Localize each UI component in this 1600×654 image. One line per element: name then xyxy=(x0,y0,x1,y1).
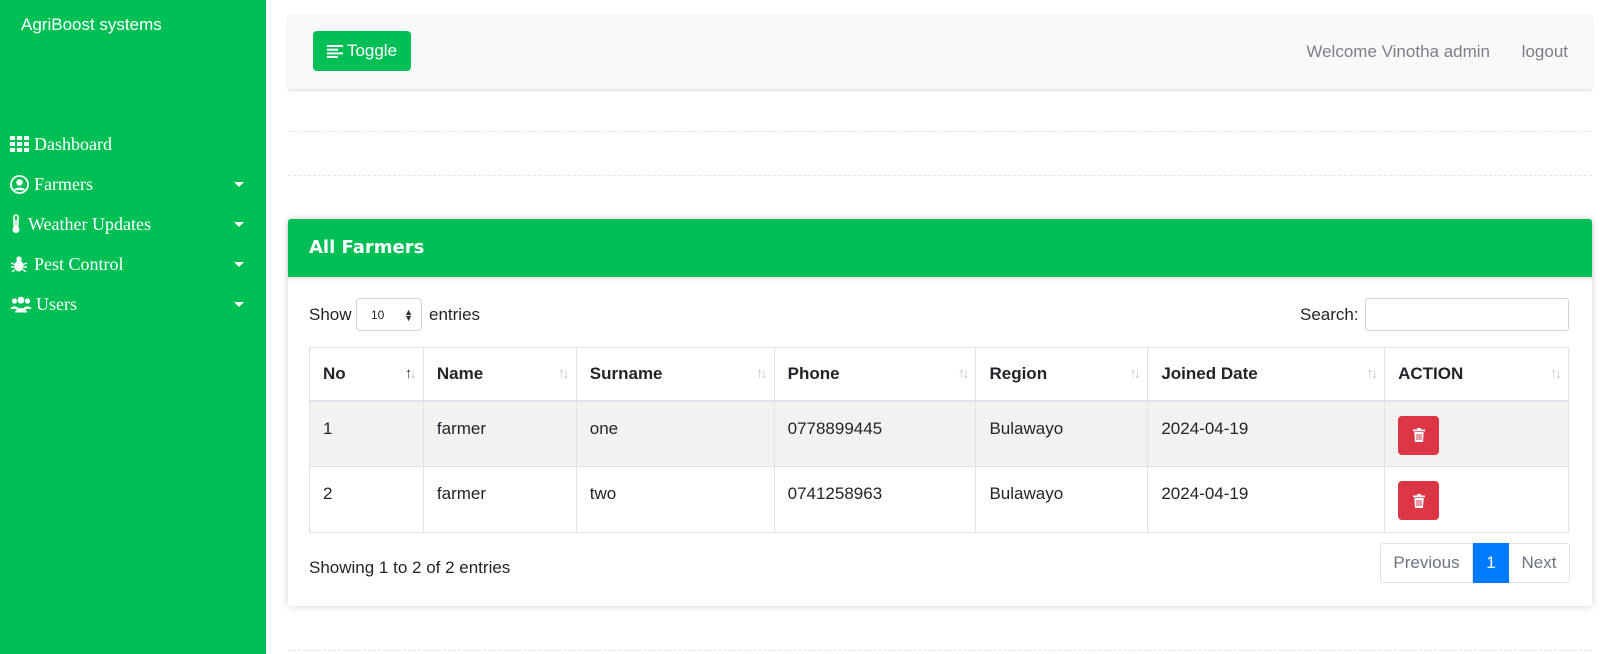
column-label: Name xyxy=(436,363,484,383)
bug-icon xyxy=(10,254,32,274)
thermometer-icon xyxy=(10,214,26,234)
divider xyxy=(288,175,1592,176)
cell-phone: 0741258963 xyxy=(773,466,977,533)
sidebar-item-label: Weather Updates xyxy=(28,213,151,234)
table-header-row: No ↑↓ Name ↑↓ Surname ↑↓ Phone ↑↓ Region ↑↓ J… xyxy=(309,347,1569,402)
sort-icon: ↑↓ xyxy=(755,365,768,382)
sidebar-item-label: Users xyxy=(36,293,77,314)
chevron-down-icon xyxy=(234,302,244,307)
pagination-page-1[interactable]: 1 xyxy=(1473,543,1509,583)
sidebar-item-label: Farmers xyxy=(34,173,93,194)
divider xyxy=(288,650,1592,651)
table-row: 1 farmer one 0778899445 Bulawayo 2024-04… xyxy=(309,400,1569,467)
farmers-table: No ↑↓ Name ↑↓ Surname ↑↓ Phone ↑↓ Region ↑↓ J… xyxy=(309,347,1569,533)
cell-region: Bulawayo xyxy=(975,466,1149,533)
farmers-card: All Farmers Show 10 ▲ ▼ entries Search: N… xyxy=(288,219,1592,606)
column-header-action[interactable]: ACTION ↑↓ xyxy=(1384,347,1569,402)
logout-link[interactable]: logout xyxy=(1522,42,1568,62)
chevron-down-icon xyxy=(234,182,244,187)
column-header-surname[interactable]: Surname ↑↓ xyxy=(575,347,775,402)
sort-icon: ↑↓ xyxy=(1366,365,1378,382)
welcome-text: Welcome Vinotha admin xyxy=(1306,42,1490,61)
sidebar-item-pest-control[interactable]: Pest Control xyxy=(0,244,266,284)
delete-button[interactable] xyxy=(1398,481,1440,520)
cell-name: farmer xyxy=(422,466,577,533)
sort-updown-icon: ▲ ▼ xyxy=(404,307,413,323)
delete-button[interactable] xyxy=(1398,415,1440,455)
sort-icon: ↑↓ xyxy=(557,365,570,382)
column-label: Region xyxy=(989,363,1048,383)
brand-title: AgriBoost systems xyxy=(21,15,162,34)
sort-asc-icon: ↑↓ xyxy=(404,365,417,382)
column-header-name[interactable]: Name ↑↓ xyxy=(422,347,577,402)
main-content: Toggle Welcome Vinotha admin logout All … xyxy=(266,0,1600,654)
sidebar-item-users[interactable]: Users xyxy=(0,284,266,324)
chevron-down-icon xyxy=(234,222,244,227)
cell-surname: one xyxy=(575,400,775,467)
grid-icon xyxy=(10,134,32,154)
card-header: All Farmers xyxy=(288,219,1592,277)
length-show-label: Show xyxy=(309,305,352,324)
column-label: Phone xyxy=(787,363,840,383)
sidebar-nav: Dashboard Farmers Weather Updates Pest C… xyxy=(0,124,266,324)
sidebar-item-label: Pest Control xyxy=(34,253,124,274)
column-header-phone[interactable]: Phone ↑↓ xyxy=(773,347,977,402)
column-header-region[interactable]: Region ↑↓ xyxy=(975,347,1149,402)
user-circle-icon xyxy=(10,174,32,194)
pagination-previous[interactable]: Previous xyxy=(1380,543,1473,583)
column-header-joined-date[interactable]: Joined Date ↑↓ xyxy=(1147,347,1386,402)
cell-joined-date: 2024-04-19 xyxy=(1147,400,1386,467)
table-info: Showing 1 to 2 of 2 entries xyxy=(309,558,511,577)
cell-name: farmer xyxy=(422,400,577,467)
cell-region: Bulawayo xyxy=(975,400,1149,467)
users-icon xyxy=(10,294,34,314)
trash-icon xyxy=(1412,493,1425,508)
pagination-next[interactable]: Next xyxy=(1509,543,1570,583)
chevron-down-icon xyxy=(234,262,244,267)
toggle-sidebar-button[interactable]: Toggle xyxy=(313,31,411,71)
cell-phone: 0778899445 xyxy=(773,400,977,467)
sort-icon: ↑↓ xyxy=(1550,365,1562,382)
column-label: ACTION xyxy=(1398,363,1464,383)
cell-action xyxy=(1384,466,1569,533)
pagination: Previous 1 Next xyxy=(1380,543,1570,583)
column-label: Joined Date xyxy=(1161,363,1258,383)
sidebar-item-farmers[interactable]: Farmers xyxy=(0,164,266,204)
trash-icon xyxy=(1412,428,1425,442)
column-label: Surname xyxy=(589,363,663,383)
entries-per-page-select[interactable]: 10 ▲ ▼ xyxy=(356,298,422,331)
sort-icon: ↑↓ xyxy=(957,365,969,382)
align-left-icon xyxy=(326,44,343,58)
entries-select-value: 10 xyxy=(371,307,385,322)
search-input[interactable] xyxy=(1365,298,1569,331)
length-entries-label: entries xyxy=(429,305,481,324)
divider xyxy=(288,131,1592,132)
cell-action xyxy=(1384,400,1569,467)
sidebar-item-dashboard[interactable]: Dashboard xyxy=(0,124,266,164)
column-label: No xyxy=(323,363,346,383)
card-title: All Farmers xyxy=(309,237,425,258)
search-label: Search: xyxy=(1300,305,1359,324)
toggle-label: Toggle xyxy=(346,41,398,60)
sort-icon: ↑↓ xyxy=(1129,365,1141,382)
sidebar-item-weather-updates[interactable]: Weather Updates xyxy=(0,204,266,244)
cell-surname: two xyxy=(575,466,775,533)
table-row: 2 farmer two 0741258963 Bulawayo 2024-04… xyxy=(309,466,1569,533)
sidebar-item-label: Dashboard xyxy=(34,133,112,154)
top-navbar: Toggle Welcome Vinotha admin logout xyxy=(288,14,1592,89)
cell-no: 2 xyxy=(309,466,424,533)
sidebar: AgriBoost systems Dashboard Farmers Weat… xyxy=(0,0,266,654)
cell-joined-date: 2024-04-19 xyxy=(1147,466,1386,533)
cell-no: 1 xyxy=(309,400,424,467)
column-header-no[interactable]: No ↑↓ xyxy=(309,347,424,402)
